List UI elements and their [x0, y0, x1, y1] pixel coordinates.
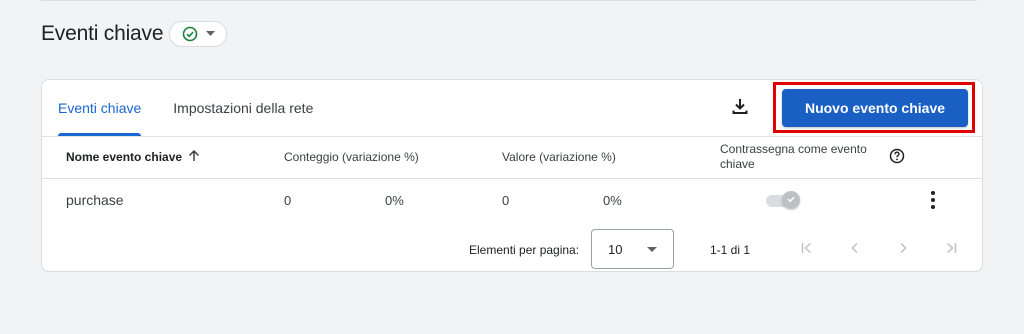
last-page-icon — [944, 241, 958, 260]
next-page-icon — [896, 241, 910, 260]
items-per-page-value: 10 — [608, 241, 623, 257]
previous-page-icon — [848, 241, 862, 260]
column-header-mark: Contrassegna come evento chiave — [720, 137, 867, 177]
download-icon — [731, 97, 749, 120]
tab-bar: Eventi chiave Impostazioni della rete — [42, 80, 329, 136]
arrow-up-icon — [188, 149, 200, 165]
column-header-name[interactable]: Nome evento chiave — [66, 137, 200, 177]
new-key-event-button[interactable]: Nuovo evento chiave — [782, 89, 968, 127]
header-divider — [42, 178, 982, 179]
top-divider — [41, 0, 977, 1]
column-label-mark-line2: chiave — [720, 157, 755, 171]
page-title: Eventi chiave — [41, 22, 164, 45]
column-label-mark-line1: Contrassegna come evento — [720, 142, 867, 156]
more-vert-icon-dot — [931, 198, 935, 202]
count-change-cell: 0% — [385, 192, 404, 208]
download-button[interactable] — [726, 94, 754, 122]
key-events-card: Eventi chiave Impostazioni della rete Nu… — [41, 79, 983, 272]
column-label-value: Valore (variazione %) — [502, 150, 616, 164]
check-icon — [786, 191, 796, 209]
items-per-page-select[interactable]: 10 — [591, 229, 674, 269]
event-name-cell: purchase — [66, 192, 124, 208]
value-cell: 0 — [502, 192, 510, 208]
last-page-button[interactable] — [938, 237, 964, 263]
count-cell: 0 — [284, 192, 292, 208]
previous-page-button[interactable] — [842, 237, 868, 263]
tab-network-settings[interactable]: Impostazioni della rete — [157, 80, 329, 136]
items-per-page-label: Elementi per pagina: — [469, 243, 580, 257]
caret-down-icon — [205, 31, 215, 37]
next-page-button[interactable] — [890, 237, 916, 263]
more-vert-icon-dot — [931, 205, 935, 209]
help-circle-icon — [889, 148, 905, 167]
column-label-name: Nome evento chiave — [66, 150, 183, 164]
check-circle-icon — [182, 26, 198, 42]
first-page-icon — [800, 241, 814, 260]
value-change-cell: 0% — [603, 192, 622, 208]
toggle-knob — [782, 191, 800, 209]
caret-down-icon — [647, 247, 657, 252]
tab-key-events[interactable]: Eventi chiave — [42, 80, 157, 136]
page-header: Eventi chiave — [41, 18, 228, 50]
status-dropdown[interactable] — [169, 21, 228, 47]
column-header-value[interactable]: Valore (variazione %) — [502, 137, 616, 177]
column-label-count: Conteggio (variazione %) — [284, 150, 419, 164]
mark-key-event-toggle[interactable] — [764, 191, 802, 209]
help-button[interactable] — [889, 137, 905, 177]
more-vert-icon-dot — [931, 191, 935, 195]
first-page-button[interactable] — [794, 237, 820, 263]
column-header-count[interactable]: Conteggio (variazione %) — [284, 137, 419, 177]
row-menu-button[interactable] — [924, 189, 942, 211]
page-range: 1-1 di 1 — [710, 243, 751, 257]
